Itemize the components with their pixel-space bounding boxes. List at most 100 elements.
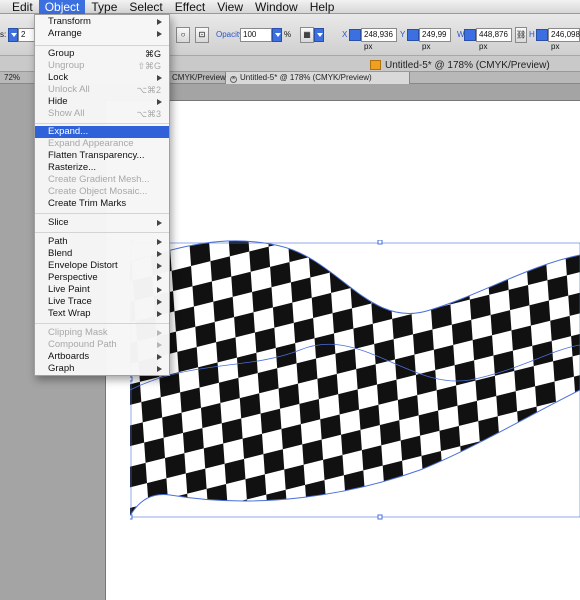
menu-item-group[interactable]: Group ⌘G <box>35 48 169 60</box>
x-field[interactable]: 248,936 px <box>361 28 397 51</box>
bounding-box-handle[interactable] <box>130 376 133 382</box>
bounding-box-handle[interactable] <box>130 514 133 520</box>
menu-item-compound-path: Compound Path <box>35 339 169 351</box>
menu-item-label: Rasterize... <box>48 162 97 173</box>
menu-item-expand[interactable]: Expand... <box>35 126 169 138</box>
h-field[interactable]: 246,098 px <box>548 28 580 51</box>
menu-item-label: Create Trim Marks <box>48 198 127 209</box>
menu-item-label: Transform <box>48 16 91 27</box>
opacity-field[interactable]: 100 <box>240 28 272 42</box>
menu-separator <box>35 123 169 124</box>
y-label[interactable]: Y <box>400 30 405 39</box>
w-spinner[interactable] <box>464 29 476 41</box>
menu-item-flatten-transparency[interactable]: Flatten Transparency... <box>35 150 169 162</box>
menu-item-live-trace[interactable]: Live Trace <box>35 296 169 308</box>
recolor-icon[interactable]: ○ <box>176 27 190 43</box>
menu-help[interactable]: Help <box>304 0 341 14</box>
chevron-right-icon <box>157 263 162 269</box>
menu-object[interactable]: Object <box>38 0 86 14</box>
isolate-icon[interactable]: ⊡ <box>195 27 209 43</box>
menu-item-label: Arrange <box>48 28 82 39</box>
chevron-right-icon <box>157 354 162 360</box>
menu-item-label: Lock <box>48 72 69 83</box>
opacity-dropdown[interactable] <box>272 28 282 42</box>
stroke-spinner[interactable] <box>8 28 18 42</box>
menu-separator <box>35 232 169 233</box>
menu-item-live-paint[interactable]: Live Paint <box>35 284 169 296</box>
menu-item-label: Clipping Mask <box>48 327 108 338</box>
opacity-unit: % <box>284 30 292 39</box>
menu-item-arrange[interactable]: Arrange <box>35 28 169 40</box>
close-icon[interactable]: × <box>230 76 237 83</box>
menu-item-hide[interactable]: Hide <box>35 96 169 108</box>
menu-item-label: Create Object Mosaic... <box>48 186 148 197</box>
x-spinner[interactable] <box>349 29 361 41</box>
menu-item-graph[interactable]: Graph <box>35 363 169 375</box>
chevron-right-icon <box>157 299 162 305</box>
y-spinner[interactable] <box>407 29 419 41</box>
chevron-right-icon <box>157 75 162 81</box>
menu-item-label: Envelope Distort <box>48 260 118 271</box>
bounding-box-handle[interactable] <box>377 514 383 520</box>
menu-item-perspective[interactable]: Perspective <box>35 272 169 284</box>
checkered-flag-artwork[interactable] <box>130 240 580 520</box>
menu-item-label: Live Trace <box>48 296 92 307</box>
w-field[interactable]: 448,876 px <box>476 28 512 51</box>
menu-item-show-all: Show All ⌥⌘3 <box>35 108 169 120</box>
menu-item-unlock-all: Unlock All ⌥⌘2 <box>35 84 169 96</box>
menu-item-label: Perspective <box>48 272 98 283</box>
chevron-right-icon <box>157 19 162 25</box>
reference-point-dropdown[interactable] <box>314 28 324 42</box>
bounding-box-handle[interactable] <box>377 240 383 245</box>
menu-item-text-wrap[interactable]: Text Wrap <box>35 308 169 320</box>
menu-edit[interactable]: Edit <box>6 0 39 14</box>
menu-item-slice[interactable]: Slice <box>35 217 169 229</box>
menu-item-artboards[interactable]: Artboards <box>35 351 169 363</box>
menu-view[interactable]: View <box>211 0 249 14</box>
menu-item-label: Text Wrap <box>48 308 91 319</box>
chevron-right-icon <box>157 342 162 348</box>
document-title-text: Untitled-5* @ 178% (CMYK/Preview) <box>385 59 550 71</box>
chevron-right-icon <box>157 99 162 105</box>
tab-doc-2-label: CMYK/Preview) <box>172 73 229 82</box>
stroke-label: s: <box>0 30 7 39</box>
flag-fill <box>130 240 580 516</box>
menu-item-label: Show All <box>48 108 85 119</box>
menu-item-label: Expand Appearance <box>48 138 134 149</box>
shortcut-label: ⌥⌘3 <box>136 109 161 119</box>
menu-item-path[interactable]: Path <box>35 236 169 248</box>
reference-point-icon[interactable]: ▦ <box>300 27 314 43</box>
chevron-right-icon <box>157 311 162 317</box>
menu-item-envelope-distort[interactable]: Envelope Distort <box>35 260 169 272</box>
menu-item-create-trim-marks[interactable]: Create Trim Marks <box>35 198 169 210</box>
menu-item-label: Hide <box>48 96 68 107</box>
tab-doc-2[interactable]: CMYK/Preview) <box>168 72 229 84</box>
tab-doc-3[interactable]: × Untitled-5* @ 178% (CMYK/Preview) <box>226 72 410 84</box>
chevron-right-icon <box>157 239 162 245</box>
menu-item-label: Slice <box>48 217 69 228</box>
menu-item-blend[interactable]: Blend <box>35 248 169 260</box>
menu-item-lock[interactable]: Lock <box>35 72 169 84</box>
menu-item-ungroup: Ungroup ⇧⌘G <box>35 60 169 72</box>
illustrator-document-icon <box>370 60 381 70</box>
menu-separator <box>35 45 169 46</box>
menu-item-transform[interactable]: Transform <box>35 16 169 28</box>
menu-separator <box>35 213 169 214</box>
constrain-proportions-icon[interactable]: ⛓ <box>515 27 527 43</box>
menu-effect[interactable]: Effect <box>169 0 211 14</box>
menu-item-label: Compound Path <box>48 339 117 350</box>
y-field[interactable]: 249,99 px <box>419 28 451 51</box>
menu-item-label: Path <box>48 236 68 247</box>
x-label[interactable]: X <box>342 30 347 39</box>
menu-item-label: Ungroup <box>48 60 85 71</box>
menu-type[interactable]: Type <box>85 0 123 14</box>
h-label[interactable]: H <box>529 30 535 39</box>
menu-select[interactable]: Select <box>123 0 168 14</box>
menu-window[interactable]: Window <box>249 0 304 14</box>
chevron-right-icon <box>157 251 162 257</box>
chevron-right-icon <box>157 287 162 293</box>
menu-item-rasterize[interactable]: Rasterize... <box>35 162 169 174</box>
menu-item-label: Create Gradient Mesh... <box>48 174 150 185</box>
h-spinner[interactable] <box>536 29 548 41</box>
chevron-right-icon <box>157 366 162 372</box>
